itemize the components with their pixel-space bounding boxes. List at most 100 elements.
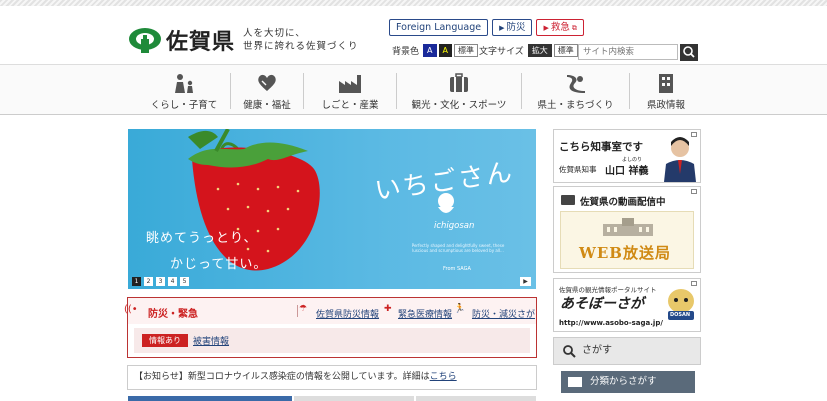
site-title: 佐賀県 [166, 30, 236, 55]
tab-active[interactable] [128, 396, 292, 401]
nav-item-label: くらし・子育て [150, 100, 218, 111]
sagasu-title: さがす [582, 345, 612, 356]
font-large-button[interactable]: 拡大 [527, 44, 552, 57]
site-header: 佐賀県 人を大切に、 世界に誇れる佐賀づくり Foreign Language … [0, 6, 827, 64]
governor-role: 佐賀県知事 [559, 165, 597, 174]
governor-photo [664, 137, 696, 182]
factory-icon [339, 75, 361, 93]
tab[interactable] [294, 396, 414, 401]
category-search-button[interactable]: 分類からさがす [561, 371, 695, 393]
governor-banner-title: こちら知事室です [559, 141, 643, 153]
nav-item-label: 観光・文化・スポーツ [411, 100, 507, 111]
asobo-url: http://www.asobo-saga.jp/ [559, 319, 663, 327]
suitcase-icon [450, 73, 468, 92]
bousai-status-row: 情報あり 被害情報 [134, 328, 530, 353]
bgcolor-switcher: 背景色 A A 標準 [392, 44, 478, 57]
prefecture-emblem-icon [129, 28, 161, 53]
utility-links: Foreign Language ▶ 防災 ▶ 救急 ⧉ [389, 19, 584, 36]
disaster-reduction-link[interactable]: 防災・減災さが [472, 307, 535, 320]
hero-slideshow[interactable]: 眺めてうっとり、 かじって甘い。 いちごさん ichigosan Perfect… [128, 129, 536, 289]
nav-item-kendo[interactable]: 県土・まちづくり [522, 69, 629, 112]
running-person-icon: 🏃 [454, 304, 466, 314]
slide-dot-3[interactable]: 3 [156, 277, 165, 286]
search-button[interactable] [680, 44, 698, 61]
video-banner[interactable]: 佐賀県の動画配信中 WEB放送局 [553, 186, 701, 273]
tab[interactable] [416, 396, 536, 401]
emergency-button-label: 救急 [550, 22, 570, 33]
global-nav: くらし・子育て 健康・福祉 しごと・産業 観光・文化・スポーツ 県土・まちづくり… [0, 64, 827, 115]
bgcolor-label: 背景色 [392, 47, 420, 57]
hero-from-saga: From SAGA [443, 266, 471, 272]
building-icon [659, 74, 673, 93]
list-icon [568, 377, 582, 387]
governor-banner[interactable]: こちら知事室です 佐賀県知事 よしのり 山口 祥義 [553, 129, 701, 183]
slide-dot-4[interactable]: 4 [168, 277, 177, 286]
bg-yellow-button[interactable]: A [438, 44, 452, 57]
slide-pager: 1 2 3 4 5 [132, 277, 192, 286]
triangle-icon: ▶ [543, 24, 549, 32]
foreign-language-button[interactable]: Foreign Language [389, 19, 489, 36]
bousai-header: ((• 防災・緊急 ☂ 佐賀県防災情報 ✚ 緊急医療情報 🏃 防災・減災さが [124, 298, 536, 324]
nav-item-label: しごと・産業 [321, 100, 379, 111]
fontsize-switcher: 文字サイズ 拡大 標準 [479, 44, 578, 57]
dosan-label: DOSAN [670, 312, 691, 318]
slide-dot-5[interactable]: 5 [180, 277, 189, 286]
dosan-mascot [668, 289, 694, 320]
category-search-label: 分類からさがす [590, 376, 657, 387]
tagline-line1: 人を大切に、 [243, 28, 306, 39]
umbrella-icon: ☂ [299, 304, 308, 314]
bousai-button[interactable]: ▶ 防災 [492, 19, 533, 36]
font-standard-button[interactable]: 標準 [553, 44, 578, 57]
asobo-title: あそぼーさが [560, 296, 644, 312]
alert-wave-icon: ((• [124, 304, 138, 315]
damage-info-link[interactable]: 被害情報 [193, 334, 229, 347]
heart-hands-icon [258, 74, 276, 91]
emergency-medical-link[interactable]: 緊急医療情報 [398, 307, 452, 320]
nav-item-label: 県土・まちづくり [537, 100, 614, 111]
external-window-icon [691, 189, 697, 194]
governor-name: 山口 祥義 [605, 166, 649, 177]
triangle-icon: ▶ [499, 24, 505, 32]
nav-item-label: 健康・福祉 [243, 100, 291, 111]
notice-banner: 【お知らせ】新型コロナウイルス感染症の情報を公開しています。詳細はこちら [127, 365, 537, 390]
play-icon[interactable]: ▶ [520, 277, 531, 286]
external-window-icon: ⧉ [571, 24, 577, 32]
site-logo[interactable]: 佐賀県 人を大切に、 世界に誇れる佐賀づくり [128, 24, 359, 56]
building-illustration [603, 218, 653, 236]
asobo-saga-banner[interactable]: 佐賀県の観光情報ポータルサイト あそぼーさが http://www.asobo-… [553, 278, 701, 332]
web-broadcast-image: WEB放送局 [560, 211, 694, 269]
slide-dot-2[interactable]: 2 [144, 277, 153, 286]
notice-text: 【お知らせ】新型コロナウイルス感染症の情報を公開しています。詳細は [134, 372, 430, 382]
site-tagline: 人を大切に、 世界に誇れる佐賀づくり [243, 27, 359, 53]
bg-blue-button[interactable]: A [423, 44, 437, 57]
hero-small-text: Perfectly shaped and delightfully sweet,… [411, 243, 505, 253]
slide-dot-1[interactable]: 1 [132, 277, 141, 286]
sagasu-header: さがす [553, 337, 701, 365]
bousai-info-link[interactable]: 佐賀県防災情報 [316, 307, 379, 320]
nav-item-label: 県政情報 [646, 100, 685, 111]
emergency-button[interactable]: ▶ 救急 ⧉ [536, 19, 584, 36]
hero-catch-line1: 眺めてうっとり、 [146, 231, 258, 246]
family-icon [175, 74, 193, 93]
header-divider [297, 305, 298, 317]
nav-item-kenko[interactable]: 健康・福祉 [231, 69, 303, 112]
nav-item-kurashi[interactable]: くらし・子育て [138, 69, 230, 112]
bousai-title: 防災・緊急 [148, 309, 198, 320]
site-search-input[interactable] [578, 44, 678, 60]
nav-item-kensei[interactable]: 県政情報 [630, 69, 702, 112]
video-icon [561, 195, 575, 205]
road-icon [566, 75, 585, 93]
tagline-line2: 世界に誇れる佐賀づくり [243, 41, 359, 52]
bousai-button-label: 防災 [506, 22, 526, 33]
search-icon [563, 345, 576, 358]
nav-item-kanko[interactable]: 観光・文化・スポーツ [397, 69, 521, 112]
fontsize-label: 文字サイズ [479, 47, 524, 57]
web-broadcast-title: WEB放送局 [579, 244, 671, 262]
nav-item-shigoto[interactable]: しごと・産業 [304, 69, 396, 112]
bousai-panel: ((• 防災・緊急 ☂ 佐賀県防災情報 ✚ 緊急医療情報 🏃 防災・減災さが 情… [124, 297, 537, 358]
external-window-icon [691, 281, 697, 286]
hero-catch-line2: かじって甘い。 [170, 257, 268, 272]
hero-romaji: ichigosan [434, 221, 475, 231]
notice-link[interactable]: こちら [430, 372, 457, 382]
bg-standard-button[interactable]: 標準 [453, 44, 478, 57]
